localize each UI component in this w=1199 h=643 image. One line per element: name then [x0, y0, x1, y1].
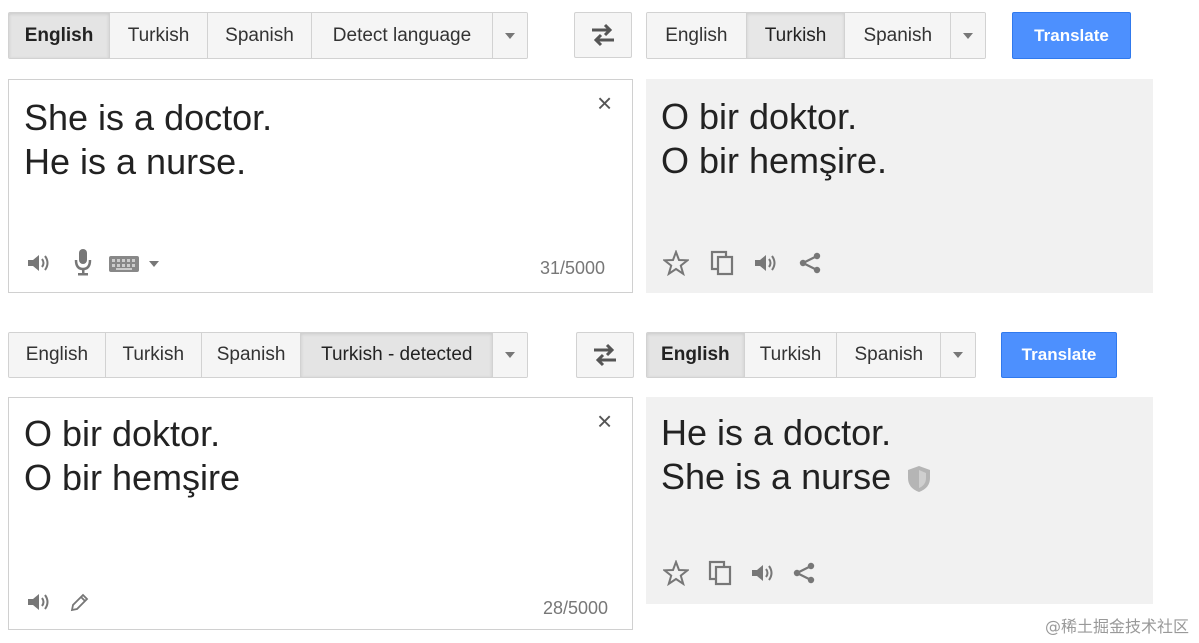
- chevron-down-icon: [505, 32, 515, 39]
- close-icon[interactable]: ×: [597, 90, 612, 116]
- keyboard-icon[interactable]: [107, 252, 141, 276]
- star-icon[interactable]: [662, 559, 690, 587]
- source-tab-english[interactable]: English: [9, 333, 106, 377]
- speaker-icon[interactable]: [23, 250, 53, 276]
- source-language-dropdown[interactable]: [493, 13, 527, 58]
- source-tab-turkish-detected[interactable]: Turkish - detected: [301, 333, 494, 377]
- target-tab-turkish[interactable]: Turkish: [744, 333, 838, 377]
- output-line-1: O bir doktor.: [661, 96, 858, 137]
- character-counter: 31/5000: [540, 258, 606, 278]
- translation-panel-top: English Turkish Spanish Detect language …: [0, 0, 1199, 310]
- source-tab-spanish[interactable]: Spanish: [208, 13, 312, 58]
- target-tab-spanish[interactable]: Spanish: [837, 333, 942, 377]
- translation-text: He is a doctor. She is a nurse: [661, 411, 931, 499]
- shield-icon[interactable]: [907, 465, 931, 493]
- source-tab-english[interactable]: English: [9, 13, 110, 58]
- target-tab-spanish[interactable]: Spanish: [845, 13, 952, 58]
- character-counter: 28/5000: [543, 598, 609, 618]
- watermark: @稀土掘金技术社区: [1044, 617, 1189, 636]
- swap-languages-button[interactable]: [576, 332, 634, 378]
- source-tab-spanish[interactable]: Spanish: [201, 333, 302, 377]
- target-language-tabs: English Turkish Spanish: [646, 332, 976, 378]
- target-language-tabs: English Turkish Spanish: [646, 12, 986, 59]
- translation-output-area: He is a doctor. She is a nurse: [646, 397, 1153, 604]
- swap-icon: [594, 343, 616, 367]
- translation-text: O bir doktor. O bir hemşire.: [661, 95, 887, 183]
- speaker-icon[interactable]: [23, 589, 53, 615]
- source-text: She is a doctor. He is a nurse.: [24, 96, 272, 184]
- source-tab-turkish[interactable]: Turkish: [105, 333, 202, 377]
- target-tab-turkish[interactable]: Turkish: [746, 13, 846, 58]
- source-text-area[interactable]: She is a doctor. He is a nurse. × 31/500…: [8, 79, 633, 293]
- source-tab-turkish[interactable]: Turkish: [110, 13, 208, 58]
- target-tab-english[interactable]: English: [647, 333, 745, 377]
- target-language-dropdown[interactable]: [941, 333, 975, 377]
- source-text-area[interactable]: O bir doktor. O bir hemşire × 28/5000: [8, 397, 633, 630]
- copy-icon[interactable]: [708, 249, 736, 277]
- swap-languages-button[interactable]: [574, 12, 632, 58]
- star-icon[interactable]: [662, 249, 690, 277]
- output-line-2: She is a nurse: [661, 455, 931, 499]
- speaker-icon[interactable]: [750, 250, 780, 276]
- source-line-1: O bir doktor.: [24, 413, 221, 454]
- mic-icon[interactable]: [71, 246, 95, 278]
- chevron-down-icon: [505, 352, 516, 358]
- output-line-2: O bir hemşire.: [661, 140, 888, 181]
- speaker-icon[interactable]: [747, 560, 777, 586]
- source-language-tabs: English Turkish Spanish Turkish - detect…: [8, 332, 528, 378]
- pencil-icon[interactable]: [67, 591, 91, 615]
- output-line-1: He is a doctor.: [661, 412, 892, 453]
- translate-button[interactable]: Translate: [1012, 12, 1131, 59]
- translation-output-area: O bir doktor. O bir hemşire.: [646, 79, 1153, 293]
- source-line-2: He is a nurse.: [24, 141, 247, 182]
- source-line-2: O bir hemşire: [24, 457, 241, 498]
- swap-icon: [592, 23, 614, 47]
- chevron-down-icon[interactable]: [145, 256, 163, 272]
- chevron-down-icon: [953, 352, 964, 358]
- source-text: O bir doktor. O bir hemşire: [24, 412, 240, 500]
- source-line-1: She is a doctor.: [24, 97, 273, 138]
- target-tab-english[interactable]: English: [647, 13, 747, 58]
- source-tab-detect-language[interactable]: Detect language: [312, 13, 493, 58]
- share-icon[interactable]: [796, 250, 824, 276]
- target-language-dropdown[interactable]: [951, 13, 985, 58]
- chevron-down-icon: [963, 32, 974, 39]
- source-language-tabs: English Turkish Spanish Detect language: [8, 12, 528, 59]
- translate-button[interactable]: Translate: [1001, 332, 1117, 378]
- share-icon[interactable]: [790, 560, 818, 586]
- translation-panel-bottom: English Turkish Spanish Turkish - detect…: [0, 320, 1199, 643]
- source-language-dropdown[interactable]: [493, 333, 527, 377]
- copy-icon[interactable]: [706, 559, 734, 587]
- close-icon[interactable]: ×: [597, 408, 612, 434]
- output-line-2-text: She is a nurse: [661, 456, 892, 497]
